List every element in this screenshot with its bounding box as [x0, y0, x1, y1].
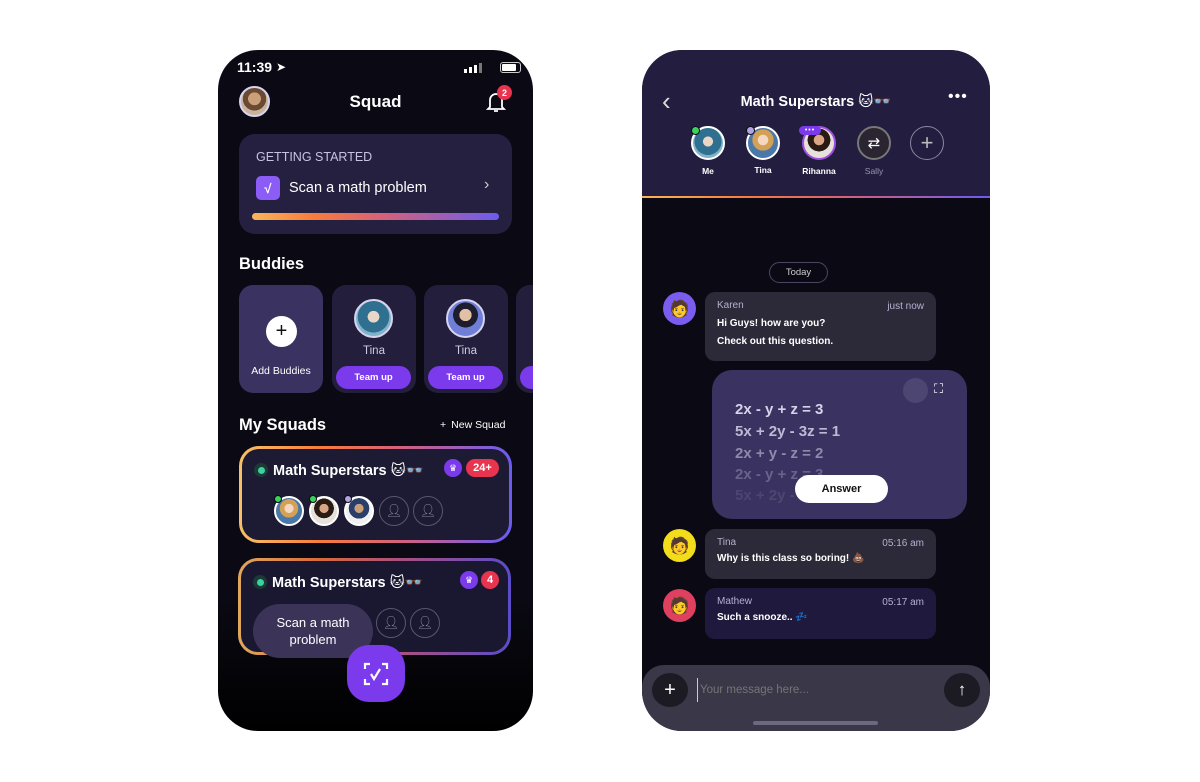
- crown-icon: ♛: [460, 571, 478, 589]
- swap-icon: ⇄: [867, 135, 881, 152]
- header-divider: [642, 196, 990, 198]
- buddy-name: Tina: [363, 345, 385, 357]
- buddy-card-partial[interactable]: [516, 285, 533, 393]
- message-bubble: Tina 05:16 am Why is this class so borin…: [705, 529, 936, 579]
- plus-icon: +: [266, 316, 297, 347]
- karen-avatar: 🧑: [663, 292, 696, 325]
- tina-avatar: 🧑: [663, 529, 696, 562]
- signal-icon: [464, 63, 482, 73]
- message-time: just now: [887, 301, 924, 312]
- home-indicator: [753, 721, 878, 725]
- message-bubble: Mathew 05:17 am Such a snooze.. 💤: [705, 588, 936, 639]
- location-icon: ➤: [276, 60, 287, 74]
- buddy-name: Tina: [455, 345, 477, 357]
- buddy-card[interactable]: Tina Team up: [424, 285, 508, 393]
- getting-started-card[interactable]: GETTING STARTED √ Scan a math problem ›: [239, 134, 512, 234]
- send-button[interactable]: ↑: [944, 673, 980, 707]
- member-name: Rihanna: [802, 166, 836, 176]
- team-up-button[interactable]: Team up: [428, 366, 503, 389]
- message-bubble: Karen just now Hi Guys! how are you? Chec…: [705, 292, 936, 361]
- scan-icon: √: [256, 176, 280, 200]
- buddy-avatar: [446, 299, 485, 338]
- new-squad-button[interactable]: + New Squad: [440, 419, 505, 431]
- empty-slot-icon[interactable]: 👤︎: [379, 496, 409, 526]
- attach-plus-button[interactable]: +: [652, 673, 688, 707]
- more-options-icon[interactable]: •••: [948, 88, 968, 106]
- add-member-button[interactable]: +: [910, 126, 944, 160]
- message-input[interactable]: [697, 678, 937, 702]
- message-text: Check out this question.: [717, 336, 834, 347]
- member-name: Tina: [754, 165, 772, 175]
- scan-icon[interactable]: ⛶: [934, 381, 943, 397]
- chevron-right-icon: ›: [484, 176, 490, 193]
- battery-icon: [500, 62, 521, 73]
- message-composer: + ↑: [642, 665, 990, 731]
- chat-screen: ‹ Math Superstars 🐱👓 ••• ••• ⇄ + Me Tina…: [642, 50, 990, 731]
- status-time: 11:39: [237, 59, 273, 75]
- team-up-button[interactable]: Team up: [336, 366, 411, 389]
- message-text: Hi Guys! how are you?: [717, 318, 826, 329]
- progress-bar: [252, 213, 499, 220]
- getting-started-heading: GETTING STARTED: [256, 150, 373, 164]
- message-text: Such a snooze.. 💤: [717, 612, 808, 623]
- equation: 2x + y - z = 2: [735, 445, 824, 462]
- chat-title: Math Superstars 🐱👓: [740, 94, 892, 110]
- mathew-avatar: 🧑: [663, 589, 696, 622]
- date-divider: Today: [769, 262, 828, 283]
- message-time: 05:16 am: [882, 538, 924, 549]
- message-text: Why is this class so boring! 💩: [717, 553, 865, 564]
- squad-title: Math Superstars 🐱👓: [272, 575, 423, 591]
- empty-slot-icon[interactable]: 👤︎: [410, 608, 440, 638]
- unread-count-badge: 24+: [466, 459, 499, 477]
- new-squad-label: New Squad: [451, 419, 506, 431]
- add-buddies-label: Add Buddies: [251, 365, 311, 377]
- member-avatar-sally[interactable]: ⇄: [857, 126, 891, 160]
- member-name: Sally: [864, 166, 884, 176]
- unread-count-badge: 4: [481, 571, 499, 589]
- online-indicator: [254, 463, 268, 477]
- empty-slot-icon[interactable]: 👤︎: [376, 608, 406, 638]
- equation: 5x + 2y - 3z = 1: [735, 423, 841, 440]
- member-name: Me: [702, 166, 714, 176]
- empty-slot-icon[interactable]: 👤︎: [413, 496, 443, 526]
- scan-fab-button[interactable]: [347, 645, 405, 702]
- crown-icon: ♛: [444, 459, 462, 477]
- progress-fill: [252, 213, 499, 220]
- question-circle: [903, 378, 928, 403]
- notification-badge: 2: [497, 85, 512, 100]
- squad-title: Math Superstars 🐱👓: [273, 463, 424, 479]
- answer-button[interactable]: Answer: [795, 475, 888, 503]
- buddies-heading: Buddies: [239, 255, 305, 273]
- buddy-card[interactable]: Tina Team up: [332, 285, 416, 393]
- task-label: Scan a math problem: [289, 180, 427, 196]
- add-buddies-card[interactable]: + Add Buddies: [239, 285, 323, 393]
- scan-icon: [363, 662, 389, 685]
- squad-screen: 11:39 ➤ Squad 2 GETTING STARTED √ Scan a…: [218, 50, 533, 731]
- buddy-avatar: [354, 299, 393, 338]
- message-time: 05:17 am: [882, 597, 924, 608]
- squad-card[interactable]: Math Superstars 🐱👓 ♛ 24+ 👤︎ 👤︎: [239, 446, 512, 543]
- question-card[interactable]: ⛶ 2x - y + z = 3 5x + 2y - 3z = 1 2x + y…: [712, 370, 967, 519]
- typing-indicator-icon: •••: [799, 126, 821, 135]
- online-indicator: [253, 575, 267, 589]
- plus-icon: +: [440, 419, 447, 431]
- arrow-up-icon: ↑: [957, 680, 967, 699]
- equation: 2x - y + z = 3: [735, 401, 824, 418]
- my-squads-heading: My Squads: [239, 416, 327, 434]
